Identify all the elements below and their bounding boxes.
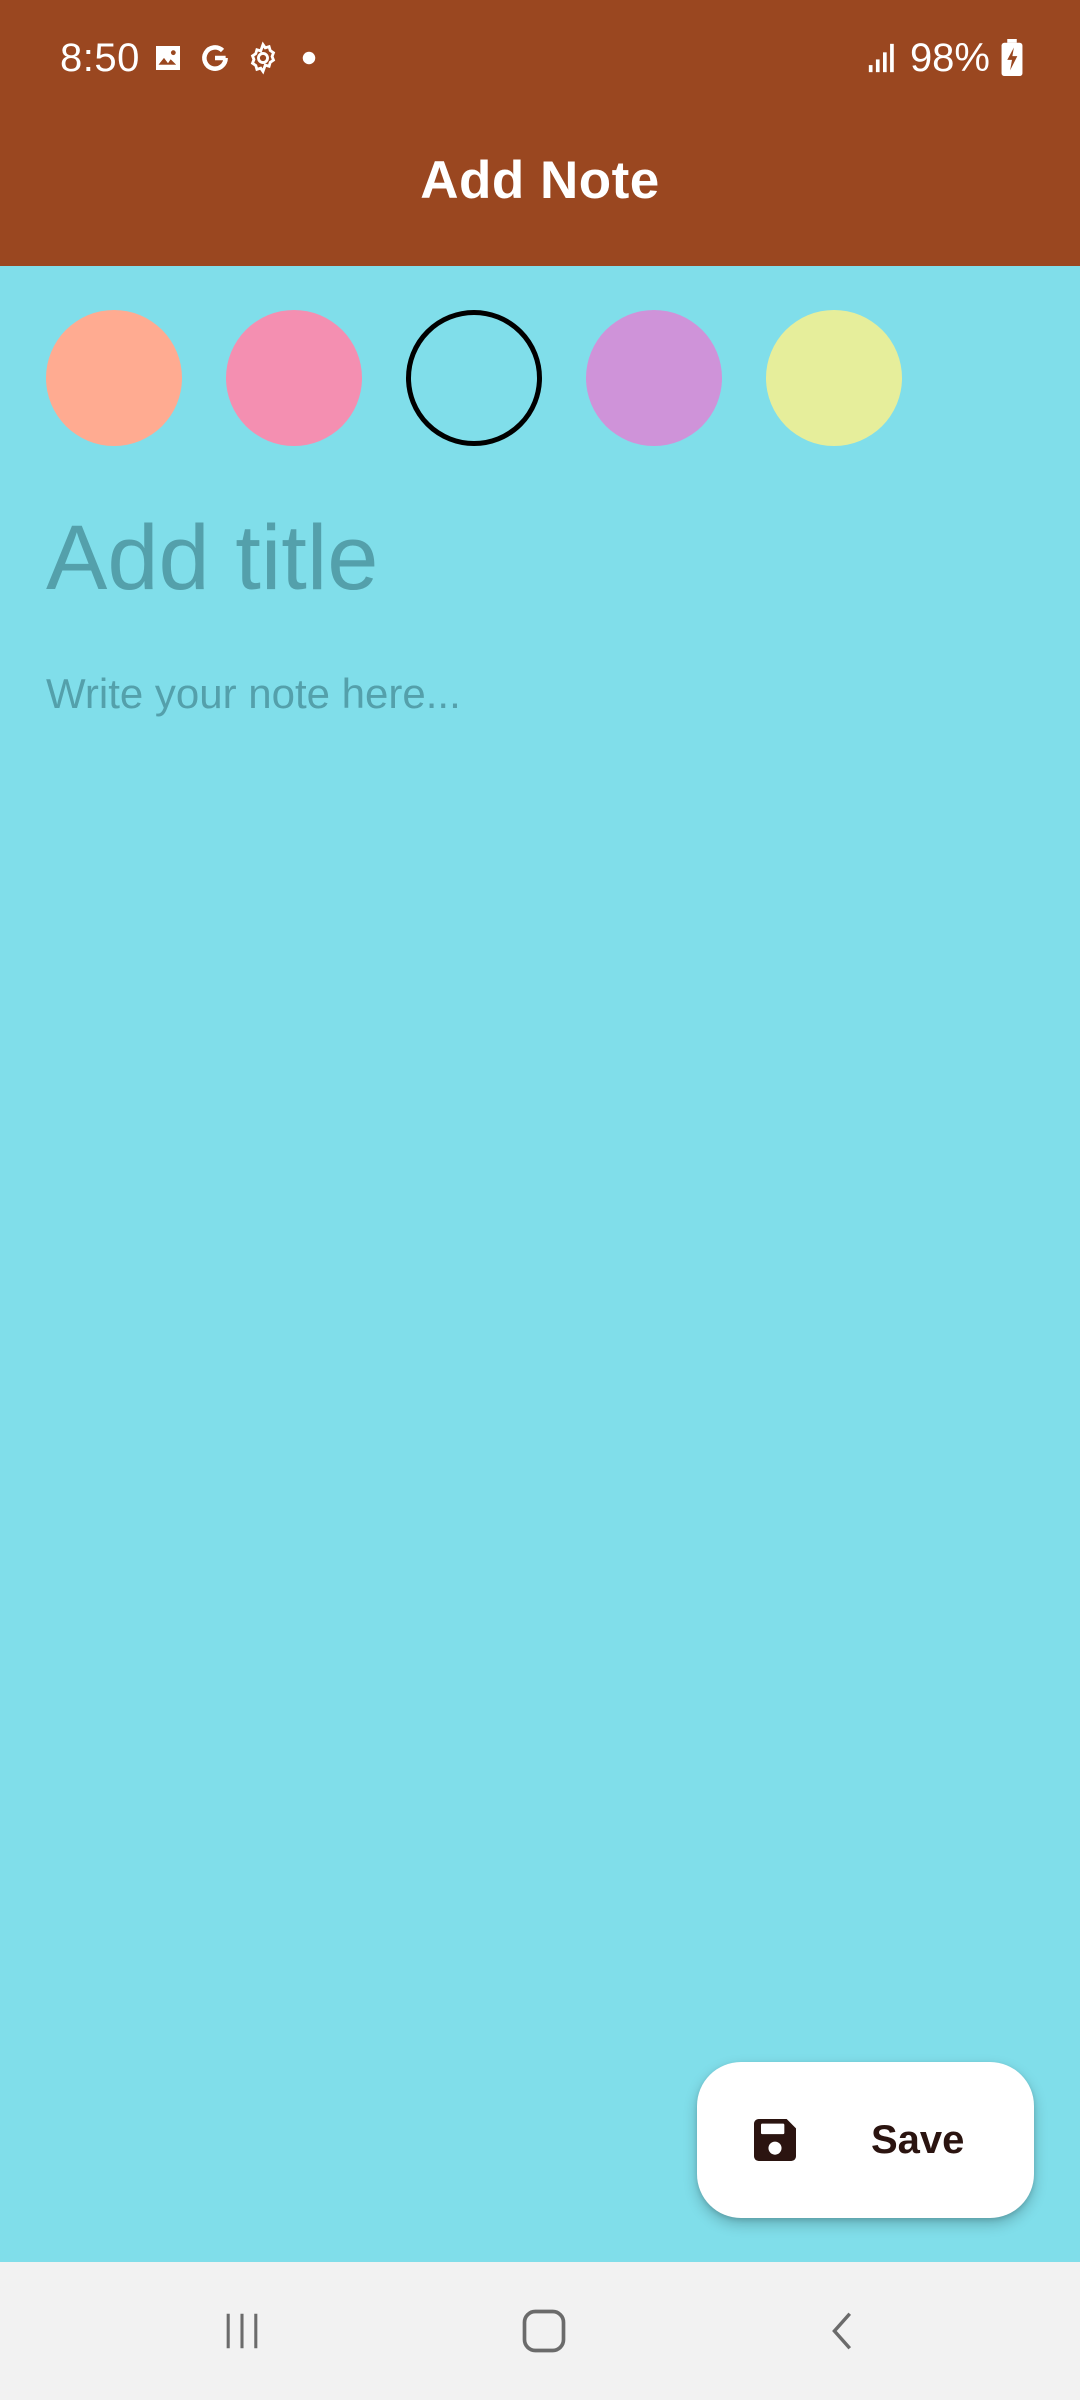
app-bar: Add Note [0, 118, 1080, 266]
home-icon [522, 2309, 566, 2353]
back-icon [832, 2312, 852, 2350]
status-system-icons: 98% [866, 34, 1024, 82]
signal-icon [868, 43, 894, 73]
recent-apps-button[interactable] [142, 2262, 342, 2400]
note-title-input[interactable] [46, 498, 1036, 618]
color-swatch-purple[interactable] [586, 310, 722, 446]
color-swatch-pink[interactable] [226, 310, 362, 446]
status-notification-icons [152, 38, 324, 78]
back-button[interactable] [744, 2262, 944, 2400]
system-navigation-bar [0, 2262, 1080, 2400]
save-button-label: Save [871, 2117, 965, 2162]
page-title: Add Note [420, 150, 660, 210]
color-swatch-yellow[interactable] [766, 310, 902, 446]
google-icon [202, 45, 228, 71]
save-button[interactable]: Save [697, 2062, 1034, 2218]
color-swatch-cyan[interactable] [406, 310, 542, 446]
save-icon [754, 2119, 796, 2161]
settings-icon [250, 41, 276, 75]
status-bar: 8:50 98% [0, 0, 1080, 118]
color-picker [46, 310, 902, 446]
status-time: 8:50 [60, 36, 140, 80]
color-swatch-peach[interactable] [46, 310, 182, 446]
recent-apps-icon [226, 2313, 258, 2349]
note-body-input[interactable] [46, 664, 1036, 1964]
image-icon [156, 46, 180, 70]
battery-percentage: 98% [909, 36, 990, 80]
battery-charging-icon [1001, 39, 1023, 77]
dot-icon [302, 51, 316, 65]
home-button[interactable] [444, 2262, 644, 2400]
